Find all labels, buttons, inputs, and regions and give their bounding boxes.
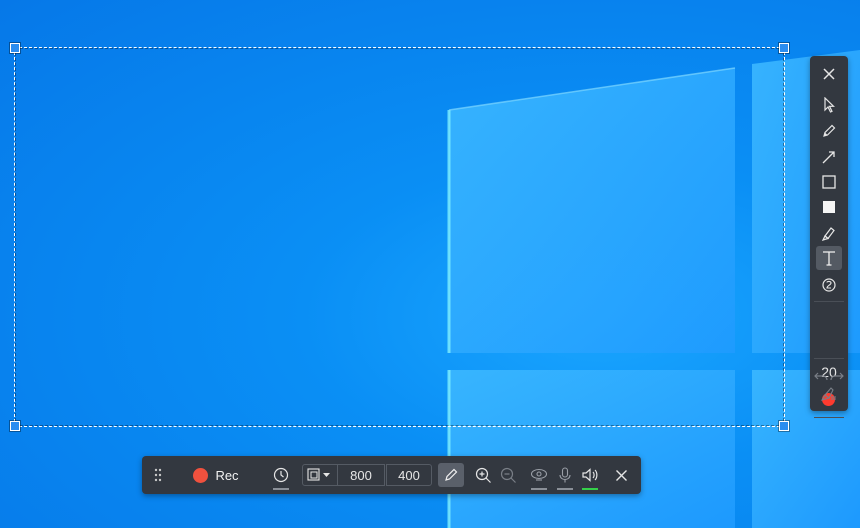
aspect-ratio-dropdown[interactable] (302, 464, 338, 486)
record-button[interactable]: Rec (190, 456, 242, 494)
height-input[interactable]: 400 (386, 464, 432, 486)
annotation-toolbar: 20 (810, 56, 848, 418)
drag-handle-icon[interactable] (148, 456, 168, 494)
divider (814, 301, 844, 302)
text-icon[interactable] (816, 246, 842, 270)
width-input[interactable]: 800 (337, 464, 385, 486)
timer-icon[interactable] (270, 456, 292, 494)
rectangle-outline-icon[interactable] (816, 170, 842, 194)
resize-handle-bottom-left[interactable] (10, 421, 20, 431)
resize-handle-bottom-right[interactable] (779, 421, 789, 431)
microphone-indicator (557, 488, 573, 490)
microphone-icon[interactable] (554, 456, 576, 494)
speaker-indicator (582, 488, 598, 490)
cursor-icon[interactable] (816, 93, 842, 117)
aspect-ratio-icon (307, 468, 330, 481)
timer-indicator (273, 488, 289, 490)
webcam-indicator (531, 488, 547, 490)
arrow-icon[interactable] (816, 145, 842, 169)
close-icon[interactable] (816, 62, 842, 86)
zoom-in-icon[interactable] (472, 456, 494, 494)
divider (814, 358, 844, 359)
capture-region[interactable] (10, 43, 789, 431)
divider (814, 417, 844, 418)
recording-control-bar: Rec 800 400 (142, 456, 641, 494)
close-icon[interactable] (610, 456, 632, 494)
zoom-out-icon[interactable] (497, 456, 519, 494)
resize-handle-top-right[interactable] (779, 43, 789, 53)
pen-icon (445, 468, 458, 481)
clear-all-icon[interactable] (816, 382, 842, 406)
number-marker-icon[interactable] (816, 272, 842, 296)
pen-icon[interactable] (816, 119, 842, 143)
webcam-icon[interactable] (528, 456, 550, 494)
rectangle-filled-icon[interactable] (816, 195, 842, 219)
speaker-icon[interactable] (579, 456, 601, 494)
record-dot-icon (193, 467, 209, 483)
record-label: Rec (215, 467, 239, 483)
highlighter-icon[interactable] (816, 221, 842, 245)
draw-toggle-button[interactable] (438, 463, 464, 487)
resize-handle-top-left[interactable] (10, 43, 20, 53)
